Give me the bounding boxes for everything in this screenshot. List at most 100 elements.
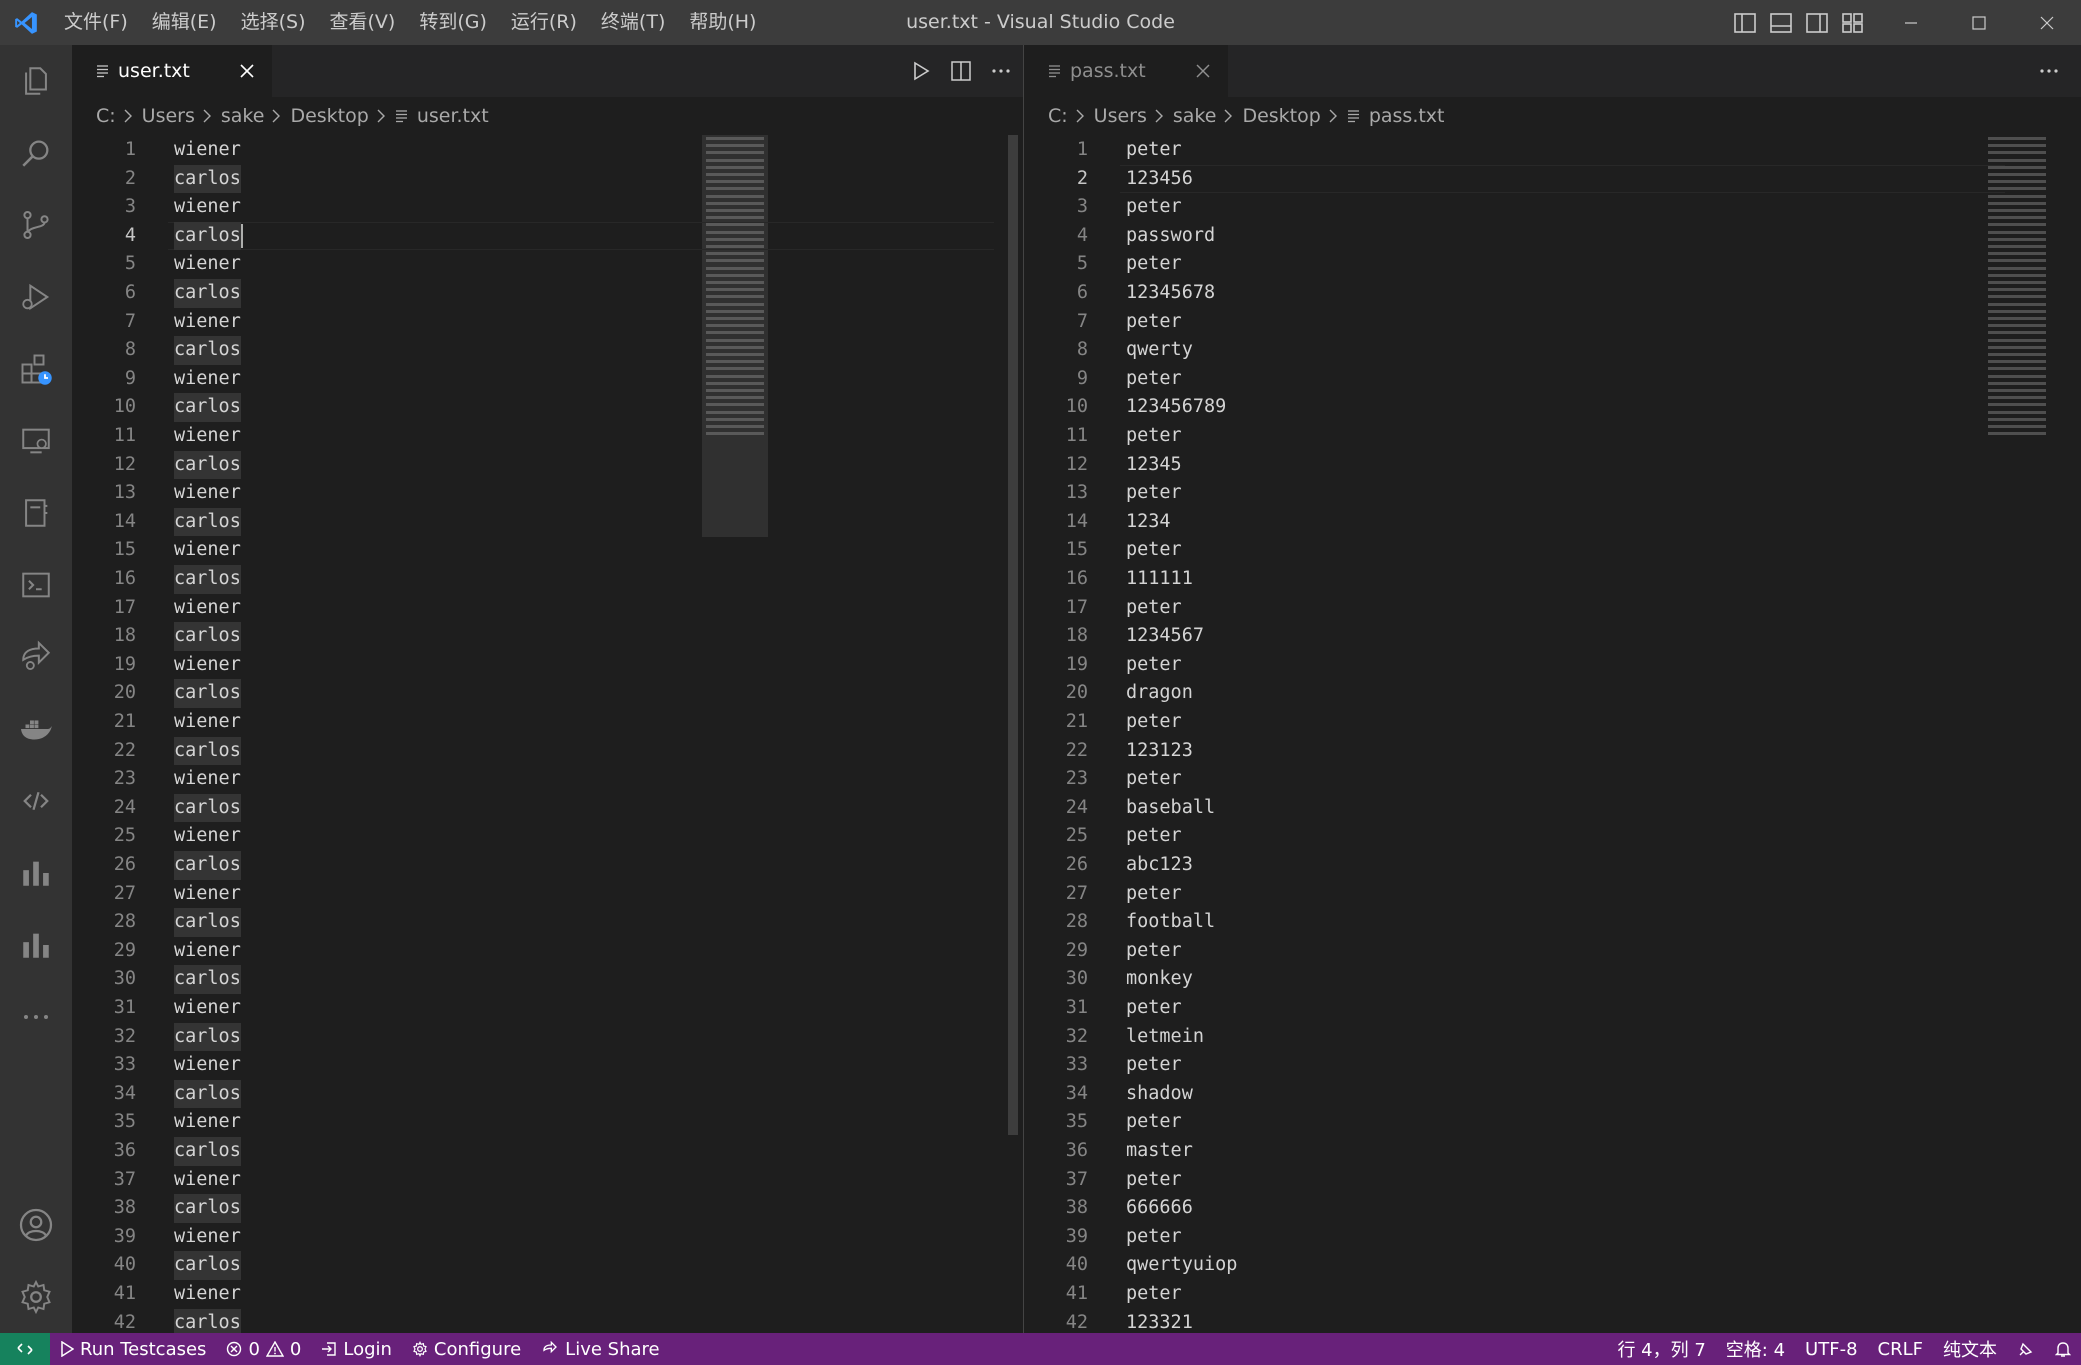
scrollbar-thumb[interactable]: [1008, 135, 1018, 1135]
code-line[interactable]: 41 peter: [1024, 1280, 1924, 1309]
more-actions-icon[interactable]: [2037, 59, 2061, 83]
code-line[interactable]: 38 carlos: [72, 1194, 972, 1223]
breadcrumb-item[interactable]: sake: [221, 105, 265, 127]
code-line[interactable]: 26 carlos: [72, 851, 972, 880]
login-button[interactable]: Login: [311, 1333, 402, 1365]
code-line[interactable]: 10 carlos: [72, 393, 972, 422]
breadcrumb-item[interactable]: Users: [142, 105, 195, 127]
code-line[interactable]: 26 abc123: [1024, 851, 1924, 880]
docker-icon[interactable]: [0, 693, 72, 765]
code-line[interactable]: 19 peter: [1024, 651, 1924, 680]
code-line[interactable]: 32 carlos: [72, 1022, 972, 1052]
feedback-icon[interactable]: [2007, 1333, 2045, 1365]
more-actions-icon[interactable]: [989, 59, 1013, 83]
code-line[interactable]: 29 peter: [1024, 937, 1924, 966]
code-line[interactable]: 32 letmein: [1024, 1023, 1924, 1052]
run-testcases-button[interactable]: Run Testcases: [50, 1333, 216, 1365]
remote-indicator-icon[interactable]: [0, 1333, 50, 1365]
close-icon[interactable]: [1194, 62, 1212, 80]
code-line[interactable]: 12 12345: [1024, 451, 1924, 480]
indentation[interactable]: 空格: 4: [1716, 1333, 1795, 1365]
line-ending[interactable]: CRLF: [1868, 1333, 1933, 1365]
breadcrumb-item[interactable]: sake: [1173, 105, 1217, 127]
breadcrumb-item[interactable]: Desktop: [290, 105, 368, 127]
code-line[interactable]: 36 carlos: [72, 1137, 972, 1166]
code-line[interactable]: 8 qwerty: [1024, 336, 1924, 365]
code-tags-icon[interactable]: [0, 765, 72, 837]
code-line[interactable]: 13 wiener: [72, 479, 972, 508]
extensions-icon[interactable]: [0, 333, 72, 405]
code-line[interactable]: 2 123456: [1024, 165, 1924, 194]
code-line[interactable]: 38 666666: [1024, 1194, 1924, 1223]
code-line[interactable]: 35 peter: [1024, 1108, 1924, 1137]
code-line[interactable]: 33 wiener: [72, 1051, 972, 1080]
code-line[interactable]: 41 wiener: [72, 1280, 972, 1309]
language-mode[interactable]: 纯文本: [1933, 1333, 2007, 1365]
problems-button[interactable]: 0 0: [216, 1333, 311, 1365]
code-line[interactable]: 8 carlos: [72, 336, 972, 365]
code-line[interactable]: 16 111111: [1024, 565, 1924, 594]
more-icon[interactable]: [0, 981, 72, 1053]
breadcrumb-item[interactable]: C:: [96, 105, 116, 127]
code-line[interactable]: 6 carlos: [72, 279, 972, 308]
run-icon[interactable]: [909, 59, 933, 83]
code-line[interactable]: 17 wiener: [72, 594, 972, 623]
code-line[interactable]: 9 wiener: [72, 365, 972, 394]
breadcrumb-item[interactable]: C:: [1048, 105, 1068, 127]
code-line[interactable]: 24 carlos: [72, 793, 972, 823]
code-line[interactable]: 17 peter: [1024, 594, 1924, 623]
minimize-icon[interactable]: [1877, 0, 1945, 45]
code-line[interactable]: 34 shadow: [1024, 1080, 1924, 1109]
toggle-panel-icon[interactable]: [1768, 10, 1794, 36]
code-line[interactable]: 31 wiener: [72, 994, 972, 1023]
code-line[interactable]: 2 carlos: [72, 164, 972, 194]
code-line[interactable]: 40 carlos: [72, 1251, 972, 1280]
code-line[interactable]: 1 peter: [1024, 136, 1924, 165]
code-line[interactable]: 14 1234: [1024, 508, 1924, 537]
tab-pass-txt[interactable]: pass.txt: [1024, 45, 1228, 97]
code-line[interactable]: 28 carlos: [72, 908, 972, 937]
code-line[interactable]: 10 123456789: [1024, 393, 1924, 422]
code-line[interactable]: 12 carlos: [72, 450, 972, 480]
tab-user-txt[interactable]: user.txt: [72, 45, 272, 97]
code-line[interactable]: 23 peter: [1024, 765, 1924, 794]
code-line[interactable]: 7 peter: [1024, 308, 1924, 337]
code-line[interactable]: 3 peter: [1024, 193, 1924, 222]
code-line[interactable]: 11 peter: [1024, 422, 1924, 451]
terminal-icon[interactable]: [0, 549, 72, 621]
code-line[interactable]: 16 carlos: [72, 565, 972, 594]
accounts-icon[interactable]: [0, 1189, 72, 1261]
close-icon[interactable]: [238, 62, 256, 80]
code-line[interactable]: 19 wiener: [72, 651, 972, 680]
code-line[interactable]: 15 peter: [1024, 536, 1924, 565]
menu-item[interactable]: 编辑(E): [140, 0, 229, 45]
breadcrumb-item[interactable]: Desktop: [1242, 105, 1320, 127]
editor-right[interactable]: 1 peter 2 123456 3 peter 4 password 5 peter 6 12345…: [1024, 135, 2081, 1333]
encoding[interactable]: UTF-8: [1795, 1333, 1867, 1365]
code-line[interactable]: 40 qwertyuiop: [1024, 1251, 1924, 1280]
code-line[interactable]: 27 wiener: [72, 880, 972, 909]
code-line[interactable]: 31 peter: [1024, 994, 1924, 1023]
code-line[interactable]: 25 wiener: [72, 822, 972, 851]
code-line[interactable]: 21 wiener: [72, 708, 972, 737]
code-line[interactable]: 39 peter: [1024, 1223, 1924, 1252]
code-line[interactable]: 5 wiener: [72, 250, 972, 279]
remote-explorer-icon[interactable]: [0, 405, 72, 477]
notebook-icon[interactable]: [0, 477, 72, 549]
code-line[interactable]: 14 carlos: [72, 507, 972, 537]
customize-layout-icon[interactable]: [1840, 10, 1866, 36]
code-line[interactable]: 37 wiener: [72, 1166, 972, 1195]
menu-item[interactable]: 文件(F): [52, 0, 140, 45]
code-line[interactable]: 24 baseball: [1024, 794, 1924, 823]
menu-item[interactable]: 查看(V): [318, 0, 408, 45]
toggle-primary-sidebar-icon[interactable]: [1732, 10, 1758, 36]
code-line[interactable]: 42 carlos: [72, 1308, 972, 1333]
live-share-button[interactable]: Live Share: [531, 1333, 669, 1365]
toggle-secondary-sidebar-icon[interactable]: [1804, 10, 1830, 36]
code-line[interactable]: 34 carlos: [72, 1079, 972, 1109]
code-line[interactable]: 25 peter: [1024, 822, 1924, 851]
breadcrumb-item[interactable]: user.txt: [395, 105, 489, 127]
code-line[interactable]: 30 carlos: [72, 965, 972, 994]
code-line[interactable]: 21 peter: [1024, 708, 1924, 737]
code-line[interactable]: 36 master: [1024, 1137, 1924, 1166]
